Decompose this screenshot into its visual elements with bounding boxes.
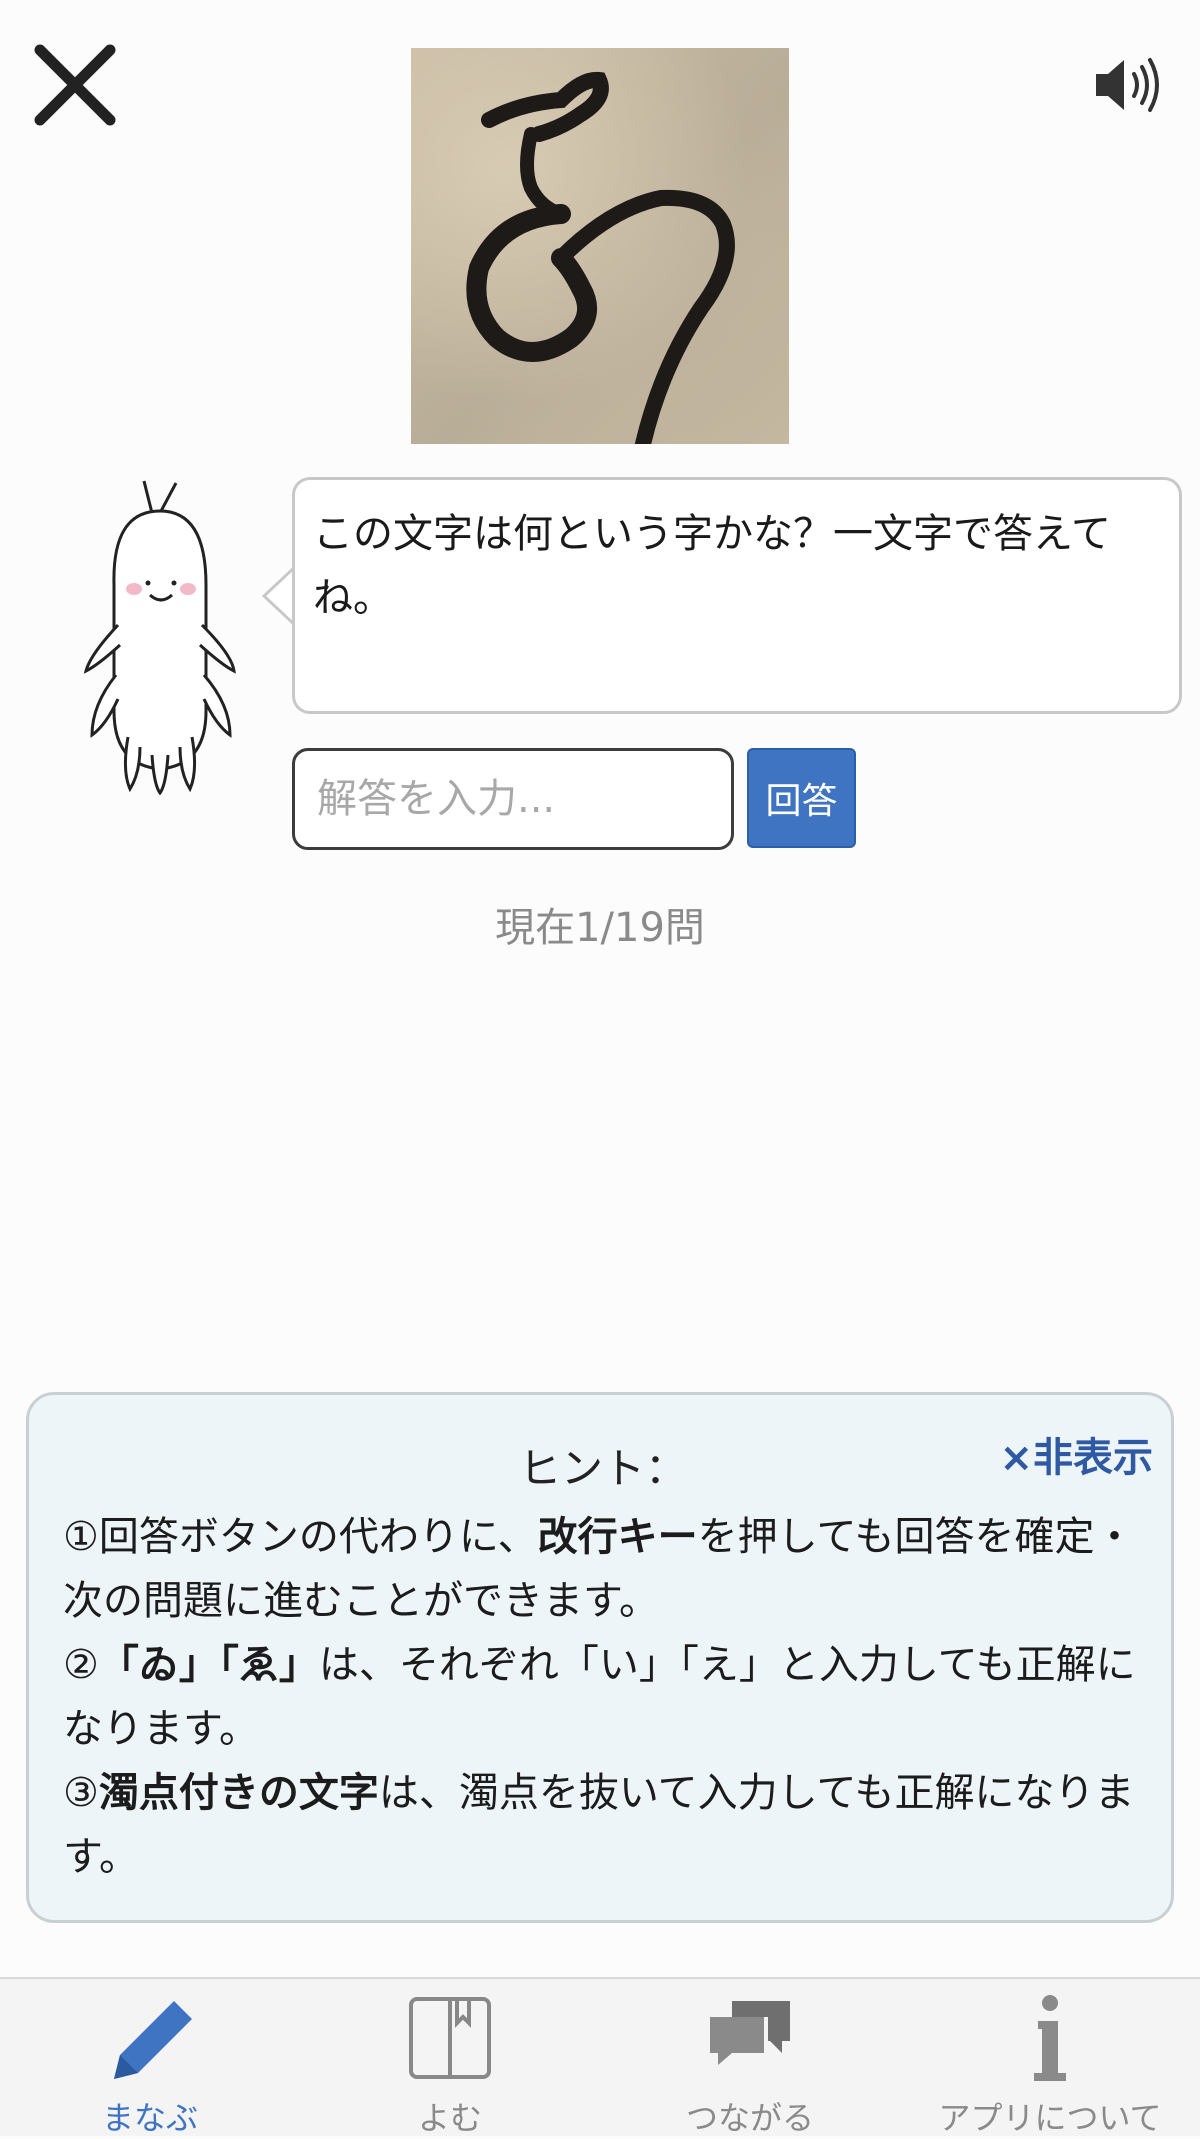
info-icon [1034, 1995, 1066, 2081]
hint-emphasis: 「ゐ」「ゑ」 [98, 1642, 319, 1688]
bottom-tab-bar: まなぶ よむ つながる アプリについて [0, 1977, 1200, 2137]
chat-bubbles-icon [710, 2001, 790, 2065]
hint-list: ①回答ボタンの代わりに、改行キーを押しても回答を確定・次の問題に進むことができま… [63, 1505, 1153, 1889]
close-button[interactable] [30, 40, 120, 130]
question-text: この文字は何という字かな？一文字で答えてね。 [313, 511, 1111, 621]
tab-about[interactable]: アプリについて [900, 1979, 1200, 2137]
answer-input[interactable] [292, 748, 734, 850]
tab-label: つながる [685, 2099, 814, 2137]
speaker-icon [1096, 58, 1159, 112]
tab-label: アプリについて [938, 2099, 1162, 2137]
hint-item: ③濁点付きの文字は、濁点を抜いて入力しても正解になります。 [63, 1761, 1153, 1889]
mascot-illustration [82, 475, 242, 796]
hint-item: ②「ゐ」「ゑ」は、それぞれ「い」「え」と入力しても正解になります。 [63, 1633, 1153, 1761]
hide-hint-button[interactable]: ×非表示 [999, 1425, 1153, 1483]
question-bubble: この文字は何という字かな？一文字で答えてね。 [292, 477, 1182, 714]
answer-button[interactable]: 回答 [747, 748, 856, 848]
pencil-icon [114, 2001, 192, 2079]
tab-label: まなぶ [101, 2099, 198, 2137]
hint-emphasis: 濁点付きの文字 [98, 1770, 379, 1816]
hint-emphasis: 改行キー [537, 1514, 698, 1560]
kuzushiji-character-image [411, 48, 789, 444]
speech-bubble-tail [262, 566, 296, 626]
book-icon [409, 1997, 491, 2079]
question-progress: 現在1/19問 [495, 905, 705, 951]
close-icon [34, 44, 116, 126]
audio-button[interactable] [1090, 50, 1170, 120]
tab-yomu[interactable]: よむ [300, 1979, 600, 2137]
hint-item: ①回答ボタンの代わりに、改行キーを押しても回答を確定・次の問題に進むことができま… [63, 1505, 1153, 1633]
hint-text: ② [63, 1642, 99, 1688]
tab-tsunagaru[interactable]: つながる [600, 1979, 900, 2137]
hint-text: ①回答ボタンの代わりに、 [63, 1514, 538, 1560]
tab-label: よむ [417, 2099, 482, 2137]
hint-panel: ヒント： ×非表示 ①回答ボタンの代わりに、改行キーを押しても回答を確定・次の問… [26, 1392, 1174, 1923]
hint-text: ③ [63, 1770, 99, 1816]
tab-manabu[interactable]: まなぶ [0, 1979, 300, 2137]
